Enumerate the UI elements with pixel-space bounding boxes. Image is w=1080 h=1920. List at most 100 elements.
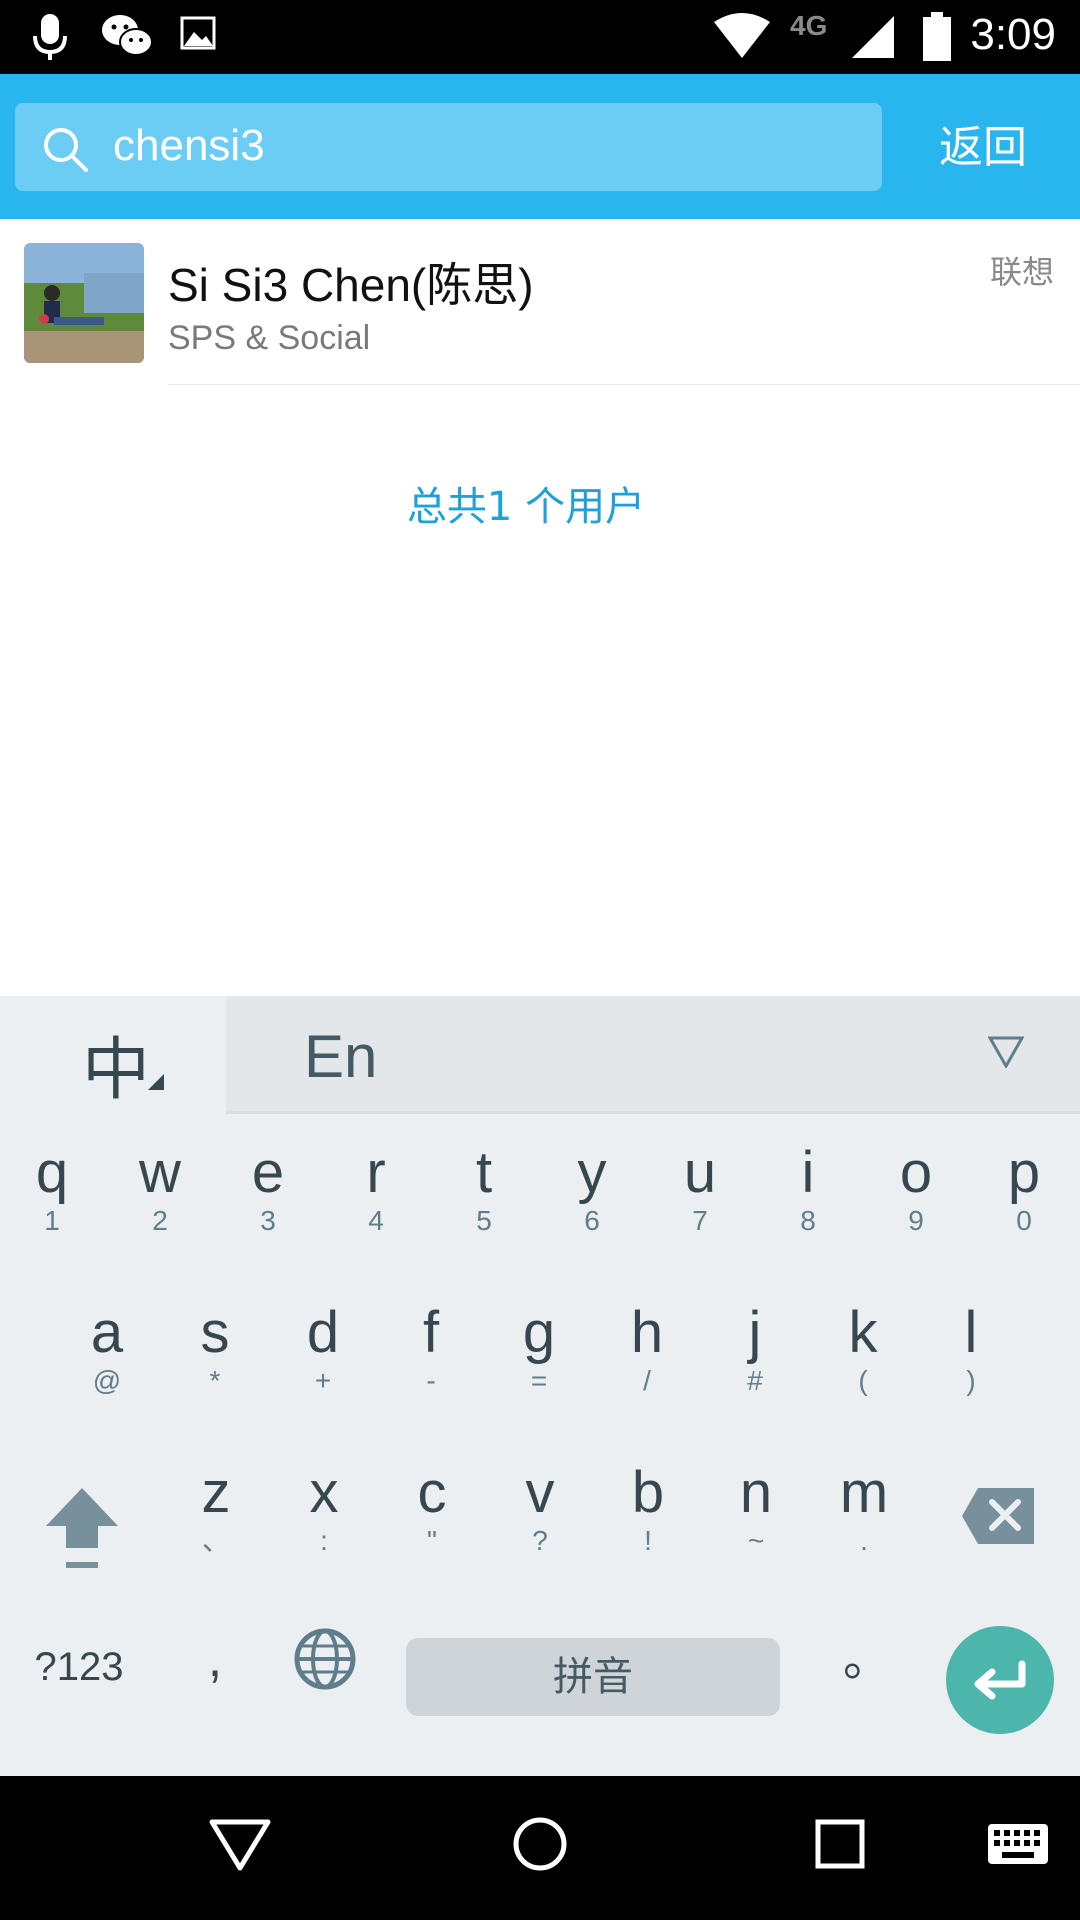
key-secondary-label: / bbox=[643, 1365, 651, 1396]
key-f[interactable]: f- bbox=[377, 1274, 485, 1414]
soft-keyboard: 中 En q1w2e3r4t5y6u7i8o9p0 a @ s * d + f - g = h / j #… bbox=[0, 996, 1080, 1776]
key-n[interactable]: n ~ bbox=[702, 1434, 810, 1574]
key-i[interactable]: i8 bbox=[754, 1114, 862, 1254]
key-label: b bbox=[631, 1460, 665, 1525]
key-q[interactable]: q1 bbox=[0, 1114, 106, 1254]
key-z[interactable]: z、 bbox=[162, 1434, 270, 1574]
key-secondary-label: 1 bbox=[44, 1205, 60, 1236]
chinese-mode-button[interactable]: 中 bbox=[0, 996, 226, 1114]
key-label: w bbox=[139, 1140, 181, 1205]
key-label: d bbox=[306, 1300, 340, 1365]
language-switch-key[interactable] bbox=[290, 1624, 360, 1694]
search-box[interactable] bbox=[15, 103, 882, 191]
key-h[interactable]: h / bbox=[593, 1274, 701, 1414]
key-secondary-label: 8 bbox=[800, 1205, 816, 1236]
key-secondary-label: : bbox=[320, 1525, 328, 1556]
key-r[interactable]: r4 bbox=[322, 1114, 430, 1254]
key-label: h bbox=[630, 1300, 664, 1365]
candidate-bar: En bbox=[226, 996, 1080, 1114]
key-o[interactable]: o9 bbox=[862, 1114, 970, 1254]
key-secondary-label: 9 bbox=[908, 1205, 924, 1236]
key-secondary-label: 7 bbox=[692, 1205, 708, 1236]
globe-icon bbox=[294, 1628, 356, 1690]
key-secondary-label: 、 bbox=[201, 1525, 230, 1556]
expand-candidates-icon[interactable] bbox=[988, 1036, 1024, 1068]
key-label: s bbox=[200, 1300, 230, 1365]
key-b[interactable]: b! bbox=[594, 1434, 702, 1574]
comma-key[interactable]: , bbox=[180, 1624, 250, 1694]
key-secondary-label: ) bbox=[966, 1365, 976, 1396]
key-label: o bbox=[899, 1140, 933, 1205]
key-g[interactable]: g = bbox=[485, 1274, 593, 1414]
key-k[interactable]: k( bbox=[809, 1274, 917, 1414]
back-triangle-icon[interactable] bbox=[208, 1812, 272, 1876]
key-u[interactable]: u7 bbox=[646, 1114, 754, 1254]
key-x[interactable]: x: bbox=[270, 1434, 378, 1574]
key-label: i bbox=[801, 1140, 815, 1205]
symbols-key[interactable]: ?123 bbox=[24, 1632, 134, 1702]
key-secondary-label: + bbox=[314, 1365, 332, 1396]
key-secondary-label: * bbox=[209, 1365, 221, 1396]
shift-key[interactable] bbox=[40, 1484, 124, 1576]
key-label: t bbox=[475, 1140, 493, 1205]
keyboard-top-bar: 中 En bbox=[0, 996, 1080, 1114]
key-label: a bbox=[90, 1300, 124, 1365]
period-key[interactable]: 。 bbox=[832, 1624, 902, 1694]
backspace-key[interactable] bbox=[960, 1486, 1036, 1546]
space-key[interactable]: 拼音 bbox=[406, 1638, 780, 1716]
key-secondary-label: 0 bbox=[1016, 1205, 1032, 1236]
result-list-item[interactable]: Si Si3 Chen(陈思) SPS & Social 联想 bbox=[0, 219, 1080, 385]
key-d[interactable]: d + bbox=[269, 1274, 377, 1414]
key-label: p bbox=[1007, 1140, 1041, 1205]
key-label: l bbox=[964, 1300, 978, 1365]
key-secondary-label: ? bbox=[532, 1525, 548, 1556]
battery-icon bbox=[923, 12, 951, 61]
key-y[interactable]: y6 bbox=[538, 1114, 646, 1254]
image-icon bbox=[180, 16, 216, 50]
english-mode-button[interactable]: En bbox=[304, 1022, 377, 1091]
enter-key[interactable] bbox=[946, 1626, 1054, 1734]
key-secondary-label: 2 bbox=[152, 1205, 168, 1236]
search-input[interactable] bbox=[113, 115, 853, 177]
key-label: j bbox=[748, 1300, 762, 1365]
key-secondary-label: ! bbox=[644, 1525, 652, 1556]
search-header: 返回 bbox=[0, 74, 1080, 219]
result-name: Si Si3 Chen(陈思) bbox=[168, 259, 534, 311]
key-j[interactable]: j # bbox=[701, 1274, 809, 1414]
key-secondary-label: 6 bbox=[584, 1205, 600, 1236]
chinese-mode-label: 中 bbox=[82, 1031, 151, 1110]
key-secondary-label: ~ bbox=[747, 1525, 765, 1556]
key-s[interactable]: s * bbox=[161, 1274, 269, 1414]
key-label: n bbox=[739, 1460, 773, 1525]
key-secondary-label: # bbox=[747, 1365, 763, 1396]
recents-square-icon[interactable] bbox=[808, 1812, 872, 1876]
key-label: f bbox=[422, 1300, 440, 1365]
key-e[interactable]: e3 bbox=[214, 1114, 322, 1254]
key-a[interactable]: a @ bbox=[53, 1274, 161, 1414]
key-secondary-label: 4 bbox=[368, 1205, 384, 1236]
divider bbox=[168, 384, 1080, 385]
key-t[interactable]: t5 bbox=[430, 1114, 538, 1254]
navigation-bar bbox=[0, 1776, 1080, 1920]
home-circle-icon[interactable] bbox=[508, 1812, 572, 1876]
keyboard-icon[interactable] bbox=[986, 1812, 1050, 1876]
key-secondary-label: " bbox=[427, 1525, 437, 1556]
key-c[interactable]: c " bbox=[378, 1434, 486, 1574]
key-v[interactable]: v? bbox=[486, 1434, 594, 1574]
key-label: c bbox=[417, 1460, 447, 1525]
microphone-icon bbox=[33, 14, 67, 60]
key-label: g bbox=[522, 1300, 556, 1365]
key-label: r bbox=[366, 1140, 386, 1205]
key-l[interactable]: l) bbox=[917, 1274, 1025, 1414]
key-label: y bbox=[577, 1140, 607, 1205]
key-label: v bbox=[525, 1460, 555, 1525]
back-button[interactable]: 返回 bbox=[918, 118, 1048, 178]
key-label: z bbox=[201, 1460, 231, 1525]
key-label: u bbox=[683, 1140, 717, 1205]
search-icon bbox=[44, 128, 88, 172]
key-label: x bbox=[309, 1460, 339, 1525]
key-label: m bbox=[839, 1460, 889, 1525]
key-w[interactable]: w2 bbox=[106, 1114, 214, 1254]
key-m[interactable]: m. bbox=[810, 1434, 918, 1574]
key-p[interactable]: p0 bbox=[970, 1114, 1078, 1254]
